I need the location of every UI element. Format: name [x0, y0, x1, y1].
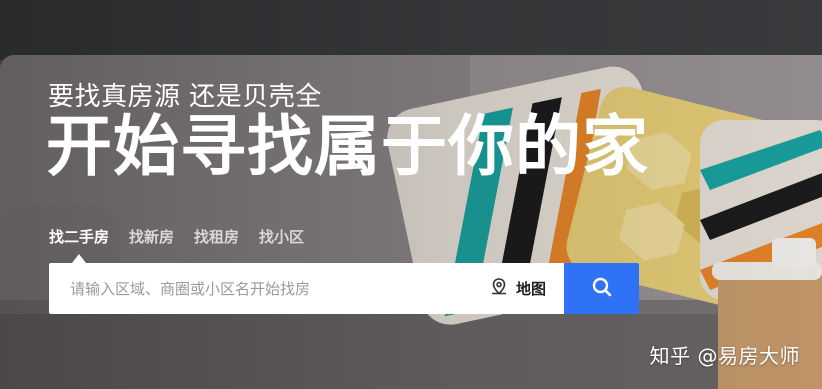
map-button[interactable]: 地图	[489, 277, 546, 301]
tab-second-hand[interactable]: 找二手房	[49, 226, 110, 263]
watermark: 知乎 @易房大师	[649, 344, 800, 368]
search-tabs: 找二手房 找新房 找租房 找小区	[49, 226, 304, 263]
map-label: 地图	[515, 280, 546, 298]
tab-label: 找新房	[129, 228, 175, 246]
map-pin-icon	[489, 277, 509, 301]
search-bar: 地图	[49, 263, 639, 314]
search-field: 地图	[49, 263, 564, 314]
search-input[interactable]	[68, 278, 489, 299]
tab-label: 找二手房	[49, 228, 110, 246]
hero-banner: 要找真房源 还是贝壳全 开始寻找属于你的家 找二手房 找新房 找租房 找小区 请…	[0, 0, 822, 389]
tab-new-home[interactable]: 找新房	[129, 226, 174, 247]
active-tab-indicator	[72, 254, 86, 263]
hero-overlay	[0, 0, 822, 389]
hero-title: 开始寻找属于你的家	[46, 108, 649, 185]
tab-label: 找小区	[259, 228, 305, 246]
tab-label: 找租房	[194, 228, 240, 246]
search-button[interactable]	[564, 263, 639, 314]
search-icon	[591, 276, 613, 302]
tab-community[interactable]: 找小区	[259, 226, 304, 247]
tab-rent[interactable]: 找租房	[194, 226, 239, 247]
